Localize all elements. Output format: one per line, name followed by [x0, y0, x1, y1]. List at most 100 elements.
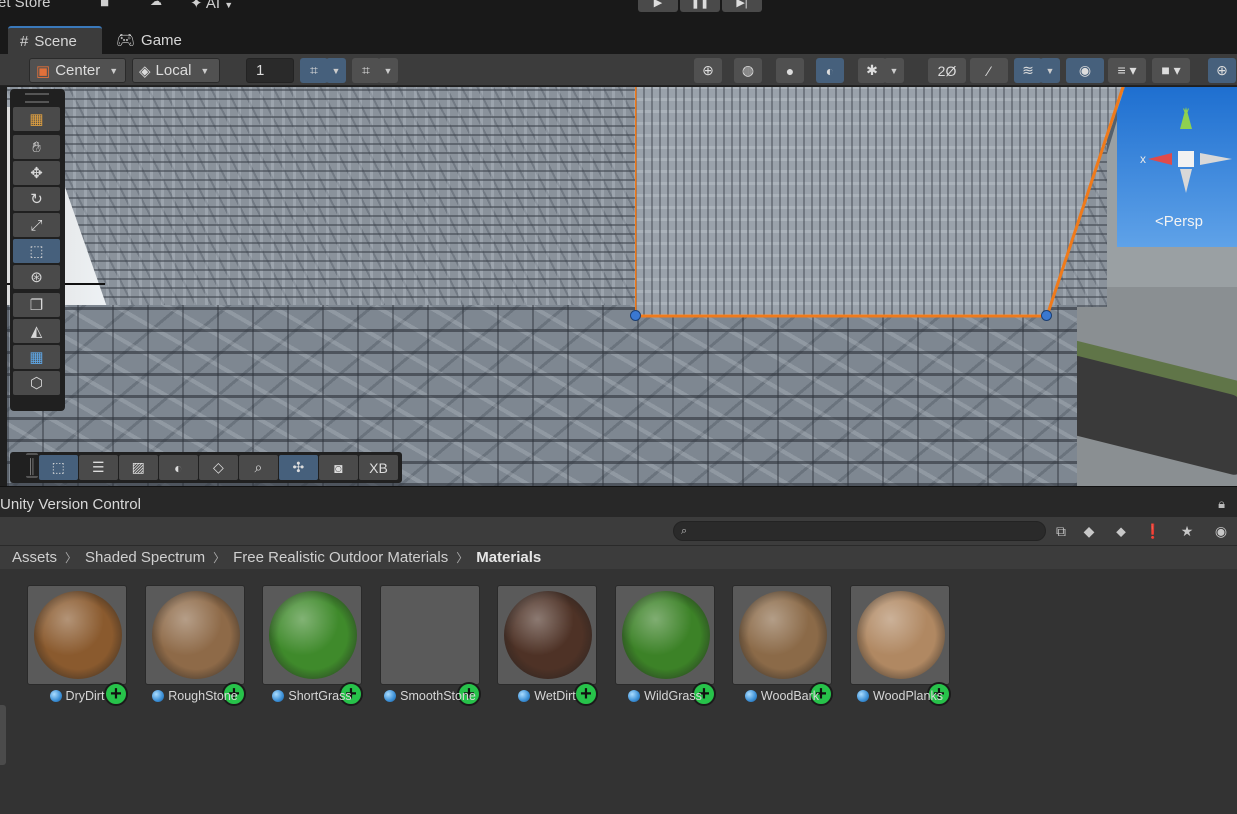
list-item[interactable]: + WoodBark [732, 585, 833, 706]
layers-overlay-button[interactable]: ◇ [198, 455, 238, 480]
ai-menu-button[interactable]: ✦ AI ▼ [190, 0, 233, 12]
toggle-2d-button[interactable]: 2Ø [928, 58, 966, 83]
filter-type-button[interactable]: ◆ [1076, 521, 1102, 541]
asset-name: DryDirt [65, 689, 105, 703]
folder-tree-scrollbar[interactable] [0, 705, 6, 765]
breadcrumb-materials[interactable]: Materials [476, 549, 541, 566]
scale-tool-button[interactable]: ⤢ [13, 213, 60, 237]
shapes-icon: ◆ [1083, 522, 1095, 539]
camera-overlay-button[interactable]: ◙ [318, 455, 358, 480]
list-item[interactable]: + WetDirt [497, 585, 598, 706]
rotate-tool-button[interactable]: ↻ [13, 187, 60, 211]
drag-grip[interactable]: ║ [26, 453, 38, 478]
shading-button[interactable]: ◐ [158, 455, 198, 480]
transform-icon: ⊛ [30, 269, 43, 286]
xr-button[interactable]: XB [358, 455, 398, 480]
wireframe-shading-button[interactable]: ⊕ [694, 58, 722, 83]
visibility-button[interactable]: ◉ [1208, 521, 1234, 541]
rect-handle-bottom-left[interactable] [630, 310, 641, 321]
layers-button[interactable]: ≡ ▾ [1108, 58, 1146, 83]
nodes-icon: ✣ [292, 459, 305, 475]
grid-edit-icon: ▦ [29, 349, 44, 366]
grid-toggle-button[interactable]: ⌗ [300, 58, 328, 83]
material-thumbnail [27, 585, 127, 685]
list-item[interactable]: + ShortGrass [262, 585, 363, 706]
filter-issues-button[interactable]: ❗ [1140, 521, 1166, 541]
breadcrumb-assets[interactable]: Assets [12, 549, 57, 566]
grid-dropdown[interactable]: ▼ [326, 58, 346, 83]
camera-button[interactable]: ■ ▾ [1152, 58, 1190, 83]
transform-tool-button[interactable]: ⊛ [13, 265, 60, 289]
pivot-rotation-dropdown[interactable]: ◈ Local ▼ [132, 58, 220, 83]
scene-viewport[interactable] [7, 87, 1237, 486]
play-button[interactable]: ▶ [638, 0, 678, 12]
scene-visibility-button[interactable]: ◉ [1066, 58, 1104, 83]
selected-stone-quad[interactable] [635, 87, 1125, 317]
sparkle-icon: ✦ [190, 0, 203, 12]
grid-snap-input[interactable]: 1 [246, 58, 294, 83]
material-thumbnail [262, 585, 362, 685]
list-item[interactable]: + SmoothStone [380, 585, 481, 706]
rect-select-button[interactable]: ⬚ [38, 455, 78, 480]
tab-game[interactable]: 🎮︎ Game [104, 26, 194, 54]
crescent-icon: ◐ [174, 459, 183, 476]
panel-title[interactable]: Unity Version Control [0, 496, 141, 513]
shaded-wireframe-button[interactable]: ◍ [734, 58, 762, 83]
list-item[interactable]: + DryDirt [27, 585, 128, 706]
probuilder-tool-button[interactable]: ◭ [13, 319, 60, 343]
increment-snap-button[interactable]: ⌗ [352, 58, 380, 83]
scene-toolbar: ▣ Center ▼ ◈ Local ▼ 1 ⌗ ▼ ⌗ ▼ ⊕ ◍ ● ◐ ✱… [0, 54, 1237, 86]
lock-icon[interactable]: 🔒︎ [1218, 496, 1225, 512]
playmode-controls: ▶ ❚❚ ▶| [638, 0, 762, 12]
projection-toggle[interactable]: <Persp [1155, 213, 1203, 230]
cube-tool-button[interactable]: ⬡ [13, 371, 60, 395]
debug-draw-dropdown[interactable]: ▼ [884, 58, 904, 83]
search-icon: ⌕ [254, 459, 263, 475]
package-icon[interactable]: ■ [100, 0, 109, 11]
asset-store-button[interactable]: et Store [0, 0, 51, 11]
toggle-lighting-button[interactable]: ⁄ [970, 58, 1008, 83]
shaded-mode-button[interactable]: ◐ [816, 58, 844, 83]
breadcrumb-outdoor-materials[interactable]: Free Realistic Outdoor Materials [233, 549, 448, 566]
pivot-mode-dropdown[interactable]: ▣ Center ▼ [29, 58, 126, 83]
favorites-button[interactable]: ★ [1174, 521, 1200, 541]
asset-label: SmoothStone [370, 689, 490, 703]
list-item[interactable]: + WoodPlanks [850, 585, 951, 706]
rect-tool-button[interactable]: ⬚ [13, 239, 60, 263]
filter-label-button[interactable]: ⬥ [1108, 521, 1134, 541]
settings-button[interactable]: ☰ [78, 455, 118, 480]
asset-label: WetDirt [487, 689, 607, 703]
cloud-icon[interactable]: ☁ [150, 0, 162, 8]
step-button[interactable]: ▶| [722, 0, 762, 12]
gizmos-button[interactable]: ⊕ [1208, 58, 1236, 83]
material-sphere-preview [504, 591, 592, 679]
list-item[interactable]: + WildGrass [615, 585, 716, 706]
search-input[interactable]: ⌕ [673, 521, 1046, 541]
search-button[interactable]: ⌕ [238, 455, 278, 480]
drag-grip[interactable] [25, 93, 49, 103]
grid-visual-button[interactable]: ▨ [118, 455, 158, 480]
camera-icon: ◙ [334, 459, 343, 476]
ai-label: AI [205, 0, 221, 12]
snap-dropdown[interactable]: ▼ [378, 58, 398, 83]
view-tool-button[interactable]: ▦ [13, 107, 60, 131]
unlit-shading-button[interactable]: ● [776, 58, 804, 83]
project-toolbar: ⌕ ⧉ ◆ ⬥ ❗ ★ ◉ [0, 517, 1237, 545]
hand-tool-button[interactable]: ✋︎ [13, 135, 60, 159]
breadcrumb-shaded-spectrum[interactable]: Shaded Spectrum [85, 549, 205, 566]
rect-handle-bottom-right[interactable] [1041, 310, 1052, 321]
main-toolbar: et Store ■ ☁ ✦ AI ▼ ▶ ❚❚ ▶| [0, 0, 1237, 24]
pause-button[interactable]: ❚❚ [680, 0, 720, 12]
list-item[interactable]: + RoughStone [145, 585, 246, 706]
navigation-button[interactable]: ✣ [278, 455, 318, 480]
search-window-button[interactable]: ⧉ [1048, 521, 1074, 541]
pause-icon: ❚❚ [690, 0, 710, 9]
effects-button[interactable]: ≋ [1014, 58, 1042, 83]
tab-scene[interactable]: # Scene [8, 26, 102, 54]
debug-draw-button[interactable]: ✱ [858, 58, 886, 83]
grid-tool-button[interactable]: ▦ [13, 345, 60, 369]
move-tool-button[interactable]: ✥ [13, 161, 60, 185]
custom-tool-button[interactable]: ❐ [13, 293, 60, 317]
effects-dropdown[interactable]: ▼ [1040, 58, 1060, 83]
shaded-wireframe-icon: ◍ [741, 62, 755, 78]
